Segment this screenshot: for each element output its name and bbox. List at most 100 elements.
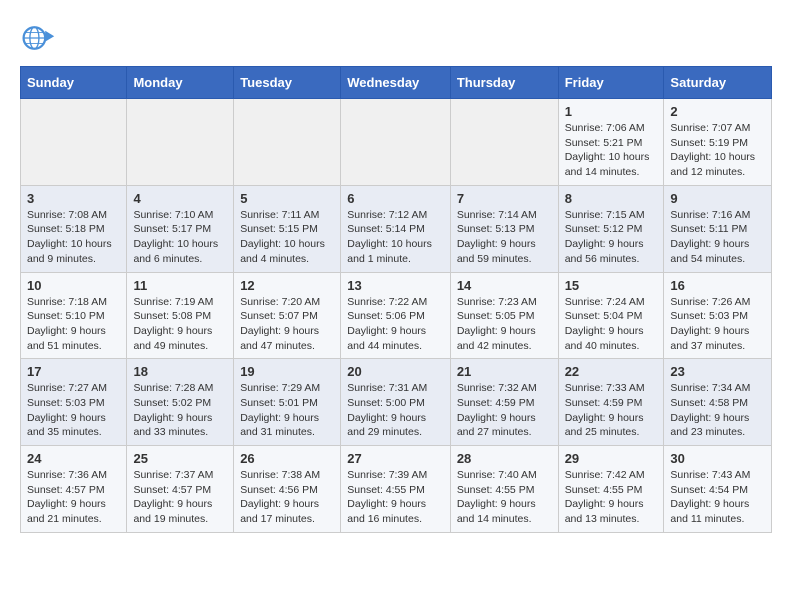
day-info: Sunrise: 7:31 AM Sunset: 5:00 PM Dayligh… [347, 381, 444, 440]
calendar-cell: 18 Sunrise: 7:28 AM Sunset: 5:02 PM Dayli… [127, 359, 234, 446]
page-header [20, 20, 772, 56]
day-info: Sunrise: 7:20 AM Sunset: 5:07 PM Dayligh… [240, 295, 334, 354]
calendar-cell: 11 Sunrise: 7:19 AM Sunset: 5:08 PM Dayli… [127, 272, 234, 359]
calendar-cell: 12 Sunrise: 7:20 AM Sunset: 5:07 PM Dayli… [234, 272, 341, 359]
calendar-cell: 15Sunrise: 7:24 AM Sunset: 5:04 PM Dayli… [558, 272, 664, 359]
day-number: 24 [27, 451, 120, 466]
calendar-cell [450, 99, 558, 186]
day-number: 2 [670, 104, 765, 119]
calendar-cell [127, 99, 234, 186]
calendar-cell: 5 Sunrise: 7:11 AM Sunset: 5:15 PM Daylig… [234, 185, 341, 272]
calendar-cell: 25 Sunrise: 7:37 AM Sunset: 4:57 PM Dayli… [127, 446, 234, 533]
day-number: 5 [240, 191, 334, 206]
calendar-cell [341, 99, 451, 186]
day-number: 21 [457, 364, 552, 379]
day-info: Sunrise: 7:16 AM Sunset: 5:11 PM Dayligh… [670, 208, 765, 267]
day-number: 10 [27, 278, 120, 293]
day-number: 29 [565, 451, 658, 466]
day-number: 27 [347, 451, 444, 466]
calendar-cell: 19Sunrise: 7:29 AM Sunset: 5:01 PM Dayli… [234, 359, 341, 446]
calendar-cell: 29Sunrise: 7:42 AM Sunset: 4:55 PM Dayli… [558, 446, 664, 533]
calendar-cell: 2 Sunrise: 7:07 AM Sunset: 5:19 PM Daylig… [664, 99, 772, 186]
day-info: Sunrise: 7:19 AM Sunset: 5:08 PM Dayligh… [133, 295, 227, 354]
day-info: Sunrise: 7:32 AM Sunset: 4:59 PM Dayligh… [457, 381, 552, 440]
day-number: 16 [670, 278, 765, 293]
logo [20, 20, 62, 56]
calendar-cell: 8Sunrise: 7:15 AM Sunset: 5:12 PM Daylig… [558, 185, 664, 272]
calendar-cell: 16 Sunrise: 7:26 AM Sunset: 5:03 PM Dayli… [664, 272, 772, 359]
day-info: Sunrise: 7:14 AM Sunset: 5:13 PM Dayligh… [457, 208, 552, 267]
day-info: Sunrise: 7:26 AM Sunset: 5:03 PM Dayligh… [670, 295, 765, 354]
calendar-cell: 21 Sunrise: 7:32 AM Sunset: 4:59 PM Dayli… [450, 359, 558, 446]
calendar-week-row: 1Sunrise: 7:06 AM Sunset: 5:21 PM Daylig… [21, 99, 772, 186]
calendar-table: SundayMondayTuesdayWednesdayThursdayFrid… [20, 66, 772, 533]
day-info: Sunrise: 7:11 AM Sunset: 5:15 PM Dayligh… [240, 208, 334, 267]
logo-icon [20, 20, 56, 56]
calendar-cell: 20Sunrise: 7:31 AM Sunset: 5:00 PM Dayli… [341, 359, 451, 446]
day-info: Sunrise: 7:15 AM Sunset: 5:12 PM Dayligh… [565, 208, 658, 267]
day-number: 30 [670, 451, 765, 466]
day-number: 28 [457, 451, 552, 466]
day-number: 4 [133, 191, 227, 206]
calendar-week-row: 24 Sunrise: 7:36 AM Sunset: 4:57 PM Dayli… [21, 446, 772, 533]
calendar-cell: 27Sunrise: 7:39 AM Sunset: 4:55 PM Dayli… [341, 446, 451, 533]
calendar-cell: 24 Sunrise: 7:36 AM Sunset: 4:57 PM Dayli… [21, 446, 127, 533]
day-number: 13 [347, 278, 444, 293]
day-info: Sunrise: 7:34 AM Sunset: 4:58 PM Dayligh… [670, 381, 765, 440]
calendar-header: SundayMondayTuesdayWednesdayThursdayFrid… [21, 67, 772, 99]
day-number: 17 [27, 364, 120, 379]
calendar-body: 1Sunrise: 7:06 AM Sunset: 5:21 PM Daylig… [21, 99, 772, 533]
weekday-header: Sunday [21, 67, 127, 99]
weekday-header: Friday [558, 67, 664, 99]
calendar-cell: 4 Sunrise: 7:10 AM Sunset: 5:17 PM Daylig… [127, 185, 234, 272]
calendar-cell: 7 Sunrise: 7:14 AM Sunset: 5:13 PM Daylig… [450, 185, 558, 272]
day-info: Sunrise: 7:43 AM Sunset: 4:54 PM Dayligh… [670, 468, 765, 527]
calendar-cell [21, 99, 127, 186]
day-number: 22 [565, 364, 658, 379]
day-info: Sunrise: 7:07 AM Sunset: 5:19 PM Dayligh… [670, 121, 765, 180]
day-number: 3 [27, 191, 120, 206]
day-number: 18 [133, 364, 227, 379]
day-info: Sunrise: 7:12 AM Sunset: 5:14 PM Dayligh… [347, 208, 444, 267]
day-number: 26 [240, 451, 334, 466]
weekday-row: SundayMondayTuesdayWednesdayThursdayFrid… [21, 67, 772, 99]
weekday-header: Thursday [450, 67, 558, 99]
day-info: Sunrise: 7:40 AM Sunset: 4:55 PM Dayligh… [457, 468, 552, 527]
day-number: 6 [347, 191, 444, 206]
day-number: 15 [565, 278, 658, 293]
day-number: 25 [133, 451, 227, 466]
weekday-header: Monday [127, 67, 234, 99]
day-info: Sunrise: 7:27 AM Sunset: 5:03 PM Dayligh… [27, 381, 120, 440]
day-info: Sunrise: 7:33 AM Sunset: 4:59 PM Dayligh… [565, 381, 658, 440]
calendar-cell: 3 Sunrise: 7:08 AM Sunset: 5:18 PM Daylig… [21, 185, 127, 272]
day-info: Sunrise: 7:37 AM Sunset: 4:57 PM Dayligh… [133, 468, 227, 527]
day-info: Sunrise: 7:36 AM Sunset: 4:57 PM Dayligh… [27, 468, 120, 527]
calendar-week-row: 3 Sunrise: 7:08 AM Sunset: 5:18 PM Daylig… [21, 185, 772, 272]
day-info: Sunrise: 7:18 AM Sunset: 5:10 PM Dayligh… [27, 295, 120, 354]
day-number: 11 [133, 278, 227, 293]
day-number: 23 [670, 364, 765, 379]
calendar-cell: 9 Sunrise: 7:16 AM Sunset: 5:11 PM Daylig… [664, 185, 772, 272]
day-info: Sunrise: 7:08 AM Sunset: 5:18 PM Dayligh… [27, 208, 120, 267]
calendar-cell: 28 Sunrise: 7:40 AM Sunset: 4:55 PM Dayli… [450, 446, 558, 533]
day-info: Sunrise: 7:06 AM Sunset: 5:21 PM Dayligh… [565, 121, 658, 180]
calendar-cell: 14Sunrise: 7:23 AM Sunset: 5:05 PM Dayli… [450, 272, 558, 359]
calendar-cell: 6 Sunrise: 7:12 AM Sunset: 5:14 PM Daylig… [341, 185, 451, 272]
weekday-header: Wednesday [341, 67, 451, 99]
calendar-cell: 26Sunrise: 7:38 AM Sunset: 4:56 PM Dayli… [234, 446, 341, 533]
day-number: 7 [457, 191, 552, 206]
calendar-week-row: 10 Sunrise: 7:18 AM Sunset: 5:10 PM Dayli… [21, 272, 772, 359]
calendar-cell [234, 99, 341, 186]
day-number: 14 [457, 278, 552, 293]
calendar-cell: 22 Sunrise: 7:33 AM Sunset: 4:59 PM Dayli… [558, 359, 664, 446]
day-number: 19 [240, 364, 334, 379]
day-info: Sunrise: 7:28 AM Sunset: 5:02 PM Dayligh… [133, 381, 227, 440]
calendar-cell: 17 Sunrise: 7:27 AM Sunset: 5:03 PM Dayli… [21, 359, 127, 446]
calendar-cell: 1Sunrise: 7:06 AM Sunset: 5:21 PM Daylig… [558, 99, 664, 186]
calendar-cell: 30 Sunrise: 7:43 AM Sunset: 4:54 PM Dayli… [664, 446, 772, 533]
calendar-cell: 13Sunrise: 7:22 AM Sunset: 5:06 PM Dayli… [341, 272, 451, 359]
calendar-week-row: 17 Sunrise: 7:27 AM Sunset: 5:03 PM Dayli… [21, 359, 772, 446]
day-info: Sunrise: 7:10 AM Sunset: 5:17 PM Dayligh… [133, 208, 227, 267]
day-number: 12 [240, 278, 334, 293]
day-number: 9 [670, 191, 765, 206]
